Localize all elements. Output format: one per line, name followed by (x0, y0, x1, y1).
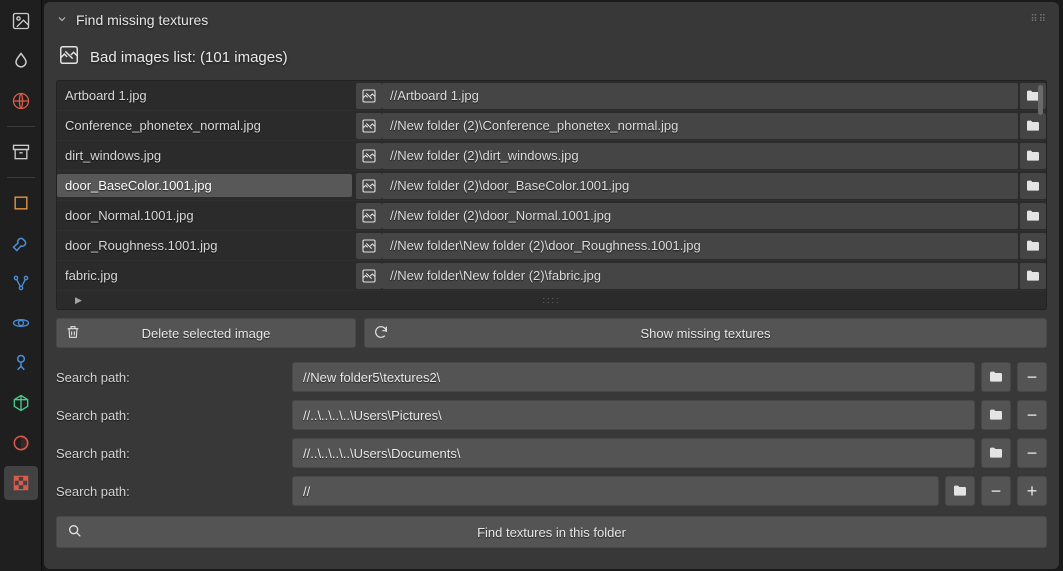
drag-grip-icon[interactable]: ⠿⠿ (1030, 14, 1047, 25)
search-path-input[interactable]: //..\..\..\..\Users\Pictures\ (292, 400, 975, 430)
panel-title: Find missing textures (76, 12, 208, 28)
image-path-input[interactable]: //New folder (2)\door_Normal.1001.jpg (382, 203, 1018, 229)
show-missing-button[interactable]: Show missing textures (364, 318, 1047, 348)
panel-header[interactable]: Find missing textures ⠿⠿ (56, 12, 1047, 38)
table-row[interactable]: Artboard 1.jpg //Artboard 1.jpg (57, 81, 1046, 111)
find-textures-label: Find textures in this folder (477, 525, 626, 540)
broken-image-icon (356, 113, 382, 139)
broken-image-icon (58, 44, 80, 70)
tab-droplet-icon[interactable] (4, 44, 38, 78)
image-path-input[interactable]: //Artboard 1.jpg (382, 83, 1018, 109)
delete-selected-label: Delete selected image (57, 326, 355, 341)
search-path-label: Search path: (56, 484, 286, 499)
bad-images-heading-text: Bad images list: (101 images) (90, 49, 288, 66)
table-row[interactable]: door_BaseColor.1001.jpg //New folder (2)\… (57, 171, 1046, 201)
table-row[interactable]: door_Roughness.1001.jpg //New folder\New … (57, 231, 1046, 261)
search-path-label: Search path: (56, 408, 286, 423)
browse-folder-button[interactable] (981, 438, 1011, 468)
search-path-row: Search path: //New folder5\textures2\ − (56, 362, 1047, 392)
browse-button[interactable] (1020, 263, 1046, 289)
tab-object-icon[interactable] (4, 186, 38, 220)
remove-path-button[interactable]: − (1017, 400, 1047, 430)
remove-path-button[interactable]: − (1017, 362, 1047, 392)
tab-wrench-icon[interactable] (4, 226, 38, 260)
image-name: Conference_phonetex_normal.jpg (57, 114, 352, 137)
image-name: Artboard 1.jpg (57, 84, 352, 107)
list-footer: ▶ :::: (57, 291, 1046, 309)
scrollbar-thumb[interactable] (1038, 85, 1043, 115)
broken-image-icon (356, 143, 382, 169)
table-row[interactable]: Conference_phonetex_normal.jpg //New fold… (57, 111, 1046, 141)
search-path-label: Search path: (56, 446, 286, 461)
image-name: fabric.jpg (57, 264, 352, 287)
table-row[interactable]: dirt_windows.jpg //New folder (2)\dirt_wi… (57, 141, 1046, 171)
broken-image-icon (356, 203, 382, 229)
search-path-input[interactable]: //..\..\..\..\Users\Documents\ (292, 438, 975, 468)
delete-selected-button[interactable]: Delete selected image (56, 318, 356, 348)
search-icon (67, 523, 83, 542)
tab-material-icon[interactable] (4, 426, 38, 460)
browse-folder-button[interactable] (981, 362, 1011, 392)
search-path-input[interactable]: //New folder5\textures2\ (292, 362, 975, 392)
add-path-button[interactable]: + (1017, 476, 1047, 506)
table-row[interactable]: door_Normal.1001.jpg //New folder (2)\doo… (57, 201, 1046, 231)
browse-button[interactable] (1020, 203, 1046, 229)
resize-dots-icon[interactable]: :::: (542, 295, 560, 305)
search-path-row: Search path: //..\..\..\..\Users\Pictures… (56, 400, 1047, 430)
browse-button[interactable] (1020, 113, 1046, 139)
broken-image-icon (356, 233, 382, 259)
remove-path-button[interactable]: − (1017, 438, 1047, 468)
tab-archive-icon[interactable] (4, 135, 38, 169)
browse-button[interactable] (1020, 233, 1046, 259)
tab-globe-icon[interactable] (4, 84, 38, 118)
broken-image-icon (356, 173, 382, 199)
bad-images-heading: Bad images list: (101 images) (58, 44, 1047, 70)
image-name: door_Normal.1001.jpg (57, 204, 352, 227)
browse-button[interactable] (1020, 173, 1046, 199)
image-path-input[interactable]: //New folder\New folder (2)\door_Roughne… (382, 233, 1018, 259)
search-path-label: Search path: (56, 370, 286, 385)
search-path-row: Search path: //..\..\..\..\Users\Document… (56, 438, 1047, 468)
image-name: dirt_windows.jpg (57, 144, 352, 167)
tab-mesh-icon[interactable] (4, 386, 38, 420)
image-path-input[interactable]: //New folder\New folder (2)\fabric.jpg (382, 263, 1018, 289)
image-name: door_Roughness.1001.jpg (57, 234, 352, 257)
bad-images-list: Artboard 1.jpg//Artboard 1.jpgConference… (56, 80, 1047, 310)
browse-folder-button[interactable] (981, 400, 1011, 430)
find-textures-button[interactable]: Find textures in this folder (56, 516, 1047, 548)
image-name: door_BaseColor.1001.jpg (57, 174, 352, 197)
chevron-down-icon (56, 12, 68, 28)
expand-triangle-icon[interactable]: ▶ (75, 295, 82, 306)
tab-constraint-icon[interactable] (4, 346, 38, 380)
remove-path-button[interactable]: − (981, 476, 1011, 506)
broken-image-icon (356, 263, 382, 289)
table-row[interactable]: fabric.jpg //New folder\New folder (2)\fa… (57, 261, 1046, 291)
search-paths: Search path://New folder5\textures2\−Sea… (56, 362, 1047, 506)
image-path-input[interactable]: //New folder (2)\dirt_windows.jpg (382, 143, 1018, 169)
tab-physics-icon[interactable] (4, 306, 38, 340)
browse-button[interactable] (1020, 143, 1046, 169)
search-path-input[interactable]: // (292, 476, 939, 506)
image-path-input[interactable]: //New folder (2)\door_BaseColor.1001.jpg (382, 173, 1018, 199)
broken-image-icon (356, 83, 382, 109)
browse-folder-button[interactable] (945, 476, 975, 506)
search-path-row: Search path: // −+ (56, 476, 1047, 506)
tab-texture-icon[interactable] (4, 466, 38, 500)
left-tool-column (0, 0, 42, 571)
image-path-input[interactable]: //New folder (2)\Conference_phonetex_nor… (382, 113, 1018, 139)
tab-particles-icon[interactable] (4, 266, 38, 300)
bad-images-rows: Artboard 1.jpg//Artboard 1.jpgConference… (57, 81, 1046, 291)
show-missing-label: Show missing textures (365, 326, 1046, 341)
main-panel: Find missing textures ⠿⠿ Bad images list… (44, 2, 1059, 569)
tab-image-icon[interactable] (4, 4, 38, 38)
